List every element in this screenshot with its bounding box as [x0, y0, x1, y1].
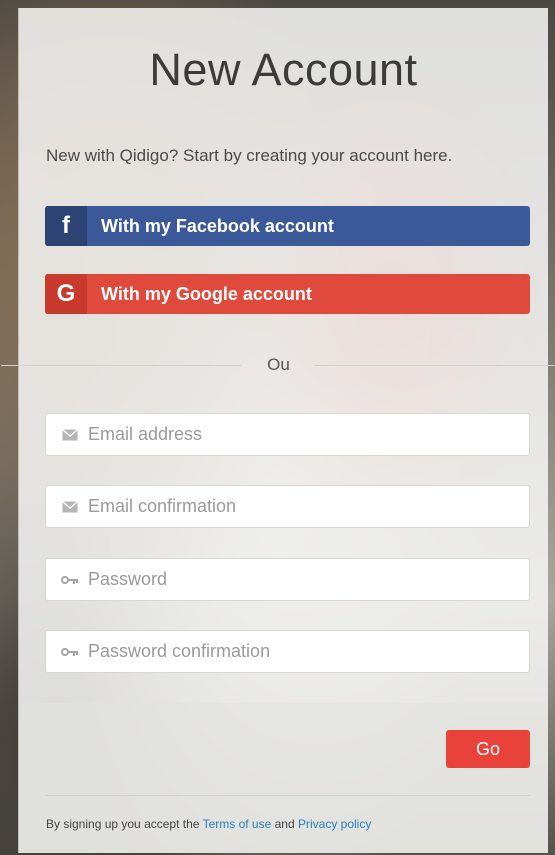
google-icon: G	[45, 274, 87, 314]
password-confirmation-input[interactable]	[88, 641, 529, 662]
divider-line-right	[315, 365, 555, 366]
facebook-icon: f	[45, 206, 87, 246]
subtitle: New with Qidigo? Start by creating your …	[46, 146, 453, 165]
terms-prefix: By signing up you accept the	[46, 817, 200, 831]
email-field[interactable]	[45, 413, 530, 456]
terms-notice: By signing up you accept the Terms of us…	[46, 817, 371, 831]
google-signup-button[interactable]: G With my Google account	[45, 274, 530, 314]
envelope-icon	[52, 428, 88, 441]
password-input[interactable]	[88, 569, 529, 590]
terms-of-use-link[interactable]: Terms of use	[203, 817, 272, 831]
footer-divider	[45, 795, 530, 796]
email-confirmation-field[interactable]	[45, 485, 530, 528]
key-icon	[52, 647, 88, 657]
email-confirmation-input[interactable]	[88, 496, 529, 517]
facebook-signup-button[interactable]: f With my Facebook account	[45, 206, 530, 246]
go-button[interactable]: Go	[446, 730, 530, 768]
password-field[interactable]	[45, 558, 530, 601]
page-title: New Account	[149, 44, 418, 95]
terms-and: and	[274, 817, 295, 831]
envelope-icon	[52, 500, 88, 513]
email-input[interactable]	[88, 424, 529, 445]
password-confirmation-field[interactable]	[45, 630, 530, 673]
privacy-policy-link[interactable]: Privacy policy	[298, 817, 371, 831]
facebook-button-label: With my Facebook account	[101, 215, 334, 236]
or-divider: Ou	[1, 355, 555, 375]
google-button-label: With my Google account	[101, 283, 312, 304]
key-icon	[52, 575, 88, 585]
signup-card: New Account New with Qidigo? Start by cr…	[1, 8, 555, 853]
